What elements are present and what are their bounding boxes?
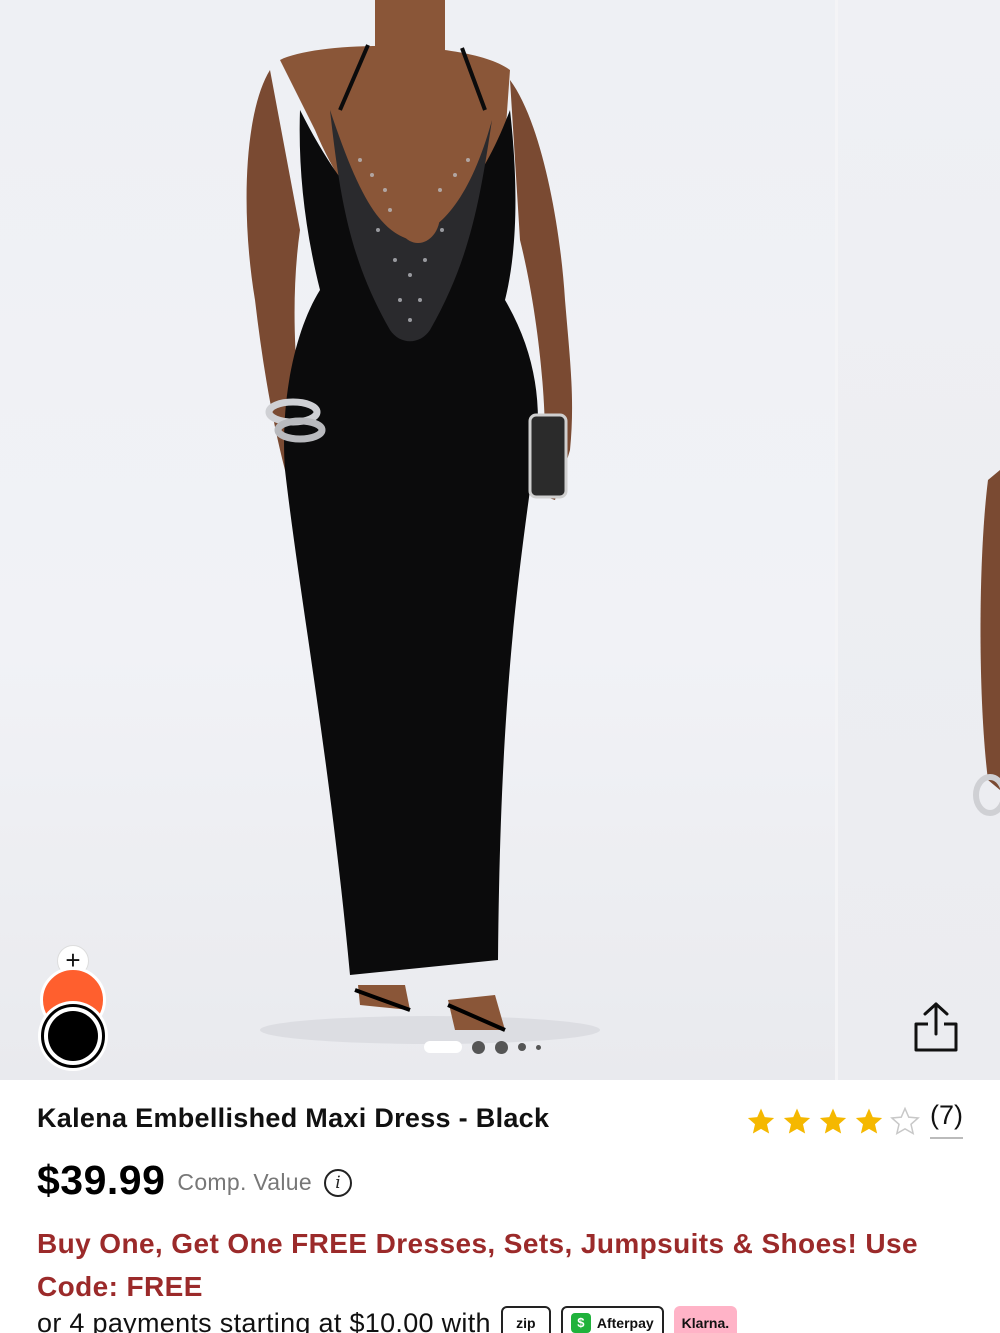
share-icon: [914, 1002, 958, 1052]
star-icon: [855, 1108, 883, 1134]
promo-message: Buy One, Get One FREE Dresses, Sets, Jum…: [37, 1228, 918, 1302]
color-swatch-black-selected[interactable]: [38, 1001, 108, 1071]
carousel-pagination: [424, 1040, 541, 1054]
product-price: $39.99: [37, 1157, 166, 1203]
product-rating[interactable]: (7): [746, 1100, 963, 1144]
comp-value-label: Comp. Value: [177, 1169, 312, 1195]
carousel-dot[interactable]: [472, 1040, 485, 1054]
star-icon: [819, 1108, 847, 1134]
product-image-main[interactable]: +: [0, 0, 835, 1080]
price-row: $39.99 Comp. Value i: [37, 1157, 352, 1204]
carousel-dot[interactable]: [518, 1043, 526, 1051]
product-photo: [246, 0, 600, 1044]
next-photo-peek: [973, 470, 1000, 816]
color-swatch-selector: +: [38, 945, 108, 1071]
rating-stars: [746, 1106, 920, 1136]
star-icon: [783, 1108, 811, 1134]
product-title: Kalena Embellished Maxi Dress - Black: [37, 1103, 550, 1133]
afterpay-label: Afterpay: [596, 1315, 654, 1331]
zip-badge[interactable]: zip: [500, 1306, 551, 1333]
star-empty-icon: [890, 1106, 920, 1135]
carousel-dot[interactable]: [536, 1044, 541, 1050]
afterpay-icon: $: [570, 1313, 591, 1333]
payments-text: or 4 payments starting at $10.00 with: [37, 1307, 491, 1333]
review-count-link[interactable]: (7): [930, 1100, 963, 1139]
product-image-carousel[interactable]: +: [0, 0, 1000, 1080]
carousel-dot-active[interactable]: [424, 1041, 462, 1053]
carousel-dot[interactable]: [495, 1040, 508, 1054]
share-button[interactable]: [910, 1000, 962, 1056]
installment-payments: or 4 payments starting at $10.00 with zi…: [37, 1306, 738, 1333]
afterpay-badge[interactable]: $ Afterpay: [560, 1306, 664, 1333]
info-icon[interactable]: i: [323, 1168, 352, 1197]
star-icon: [747, 1108, 775, 1134]
product-image-next-peek[interactable]: [838, 0, 1000, 1080]
klarna-badge[interactable]: Klarna.: [673, 1306, 738, 1333]
